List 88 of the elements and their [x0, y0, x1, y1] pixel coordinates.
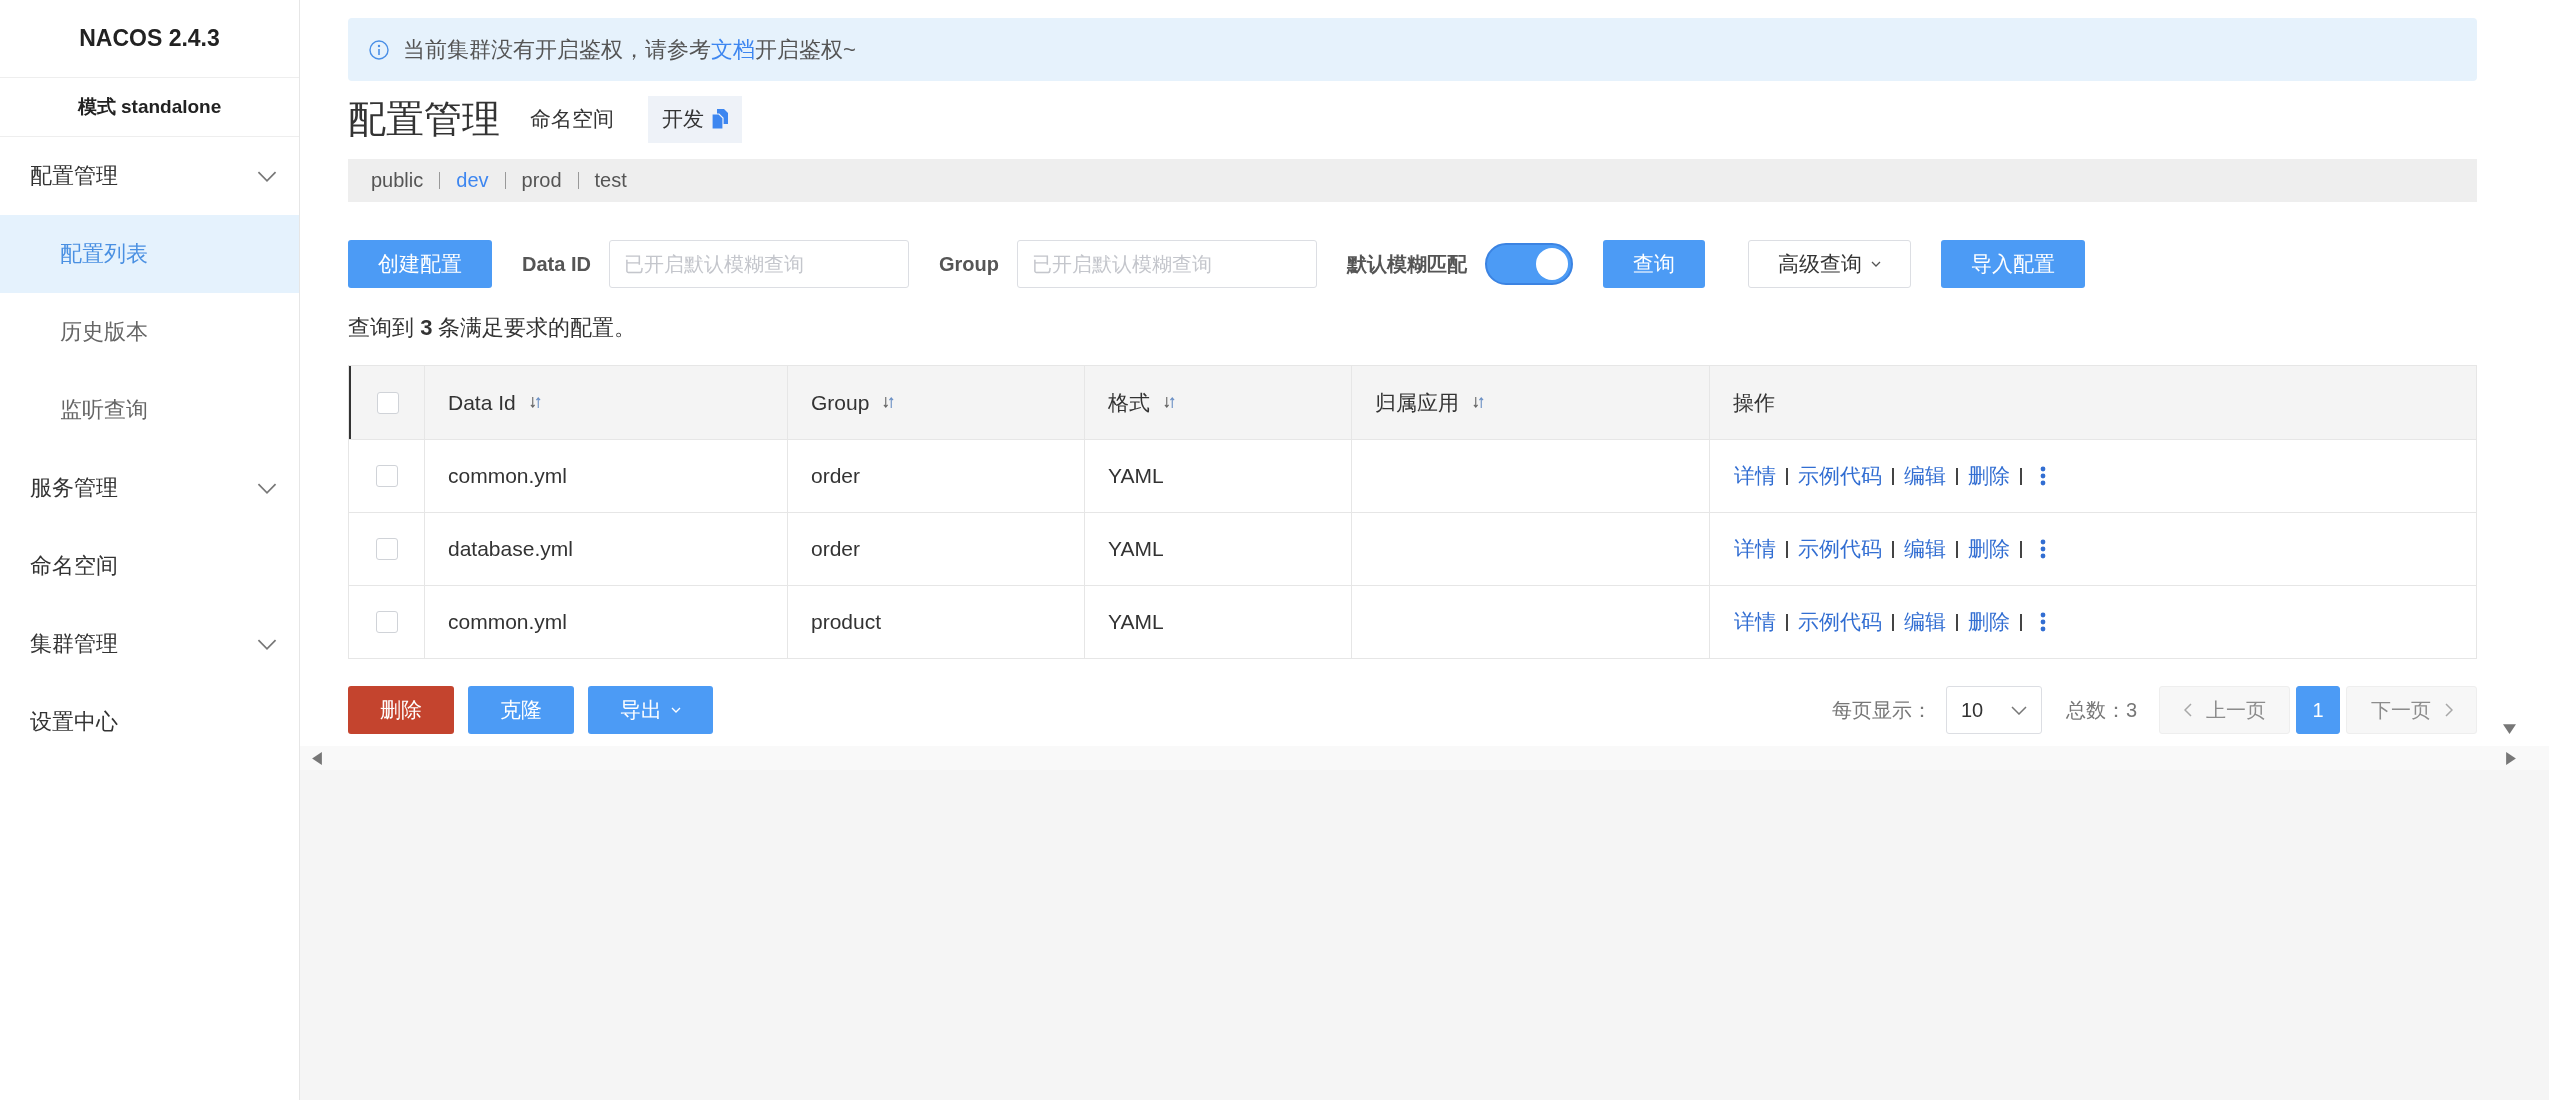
row-checkbox[interactable] [375, 611, 398, 633]
chevron-down-icon [257, 482, 277, 494]
action-link[interactable]: 编辑 [1904, 462, 1946, 490]
table-cell: YAML [1085, 440, 1352, 512]
submenu-item[interactable]: 配置列表 [0, 215, 299, 293]
toolbar-button[interactable]: 高级查询 [1747, 240, 1911, 288]
horizontal-scrollbar[interactable] [300, 746, 2549, 770]
bulk-action-button[interactable]: 删除 [348, 686, 454, 734]
column-header: 操作 [1733, 389, 1775, 416]
table-cell: YAML [1085, 586, 1352, 658]
table-cell: database.yml [425, 513, 788, 585]
sort-icon[interactable] [883, 396, 895, 409]
row-checkbox[interactable] [375, 465, 398, 487]
column-header[interactable]: Data Id [448, 390, 541, 415]
row-checkbox[interactable] [375, 538, 398, 560]
notice-text: 当前集群没有开启鉴权，请参考文档开启鉴权~ [403, 35, 856, 64]
search-field[interactable]: 已开启默认模糊查询 [608, 240, 909, 288]
result-summary: 查询到 3 条满足要求的配置。 [348, 314, 638, 342]
chevron-left-icon [2183, 703, 2192, 717]
column-header[interactable]: Group [811, 390, 895, 415]
table-cell: YAML [1085, 513, 1352, 585]
action-link[interactable]: 示例代码 [1798, 608, 1882, 636]
submenu-item[interactable]: 监听查询 [0, 371, 299, 449]
create-config-button[interactable]: 创建配置 [348, 240, 492, 288]
menu-item[interactable]: 服务管理 [0, 449, 299, 527]
docs-link[interactable]: 文档 [711, 36, 755, 62]
action-link[interactable]: 删除 [1968, 535, 2010, 563]
more-icon[interactable] [2040, 466, 2046, 486]
more-icon[interactable] [2040, 539, 2046, 559]
action-link[interactable]: 编辑 [1904, 608, 1946, 636]
namespace-label: 命名空间 [530, 106, 614, 132]
namespace-tab[interactable]: test [594, 169, 627, 192]
field-label: Data ID [522, 252, 591, 276]
action-link[interactable]: 编辑 [1904, 535, 1946, 563]
select-all-checkbox[interactable] [376, 391, 399, 414]
info-icon [369, 39, 389, 60]
action-link[interactable]: 详情 [1734, 608, 1776, 636]
total-count: 总数：3 [2065, 697, 2137, 723]
bulk-action-button[interactable]: 克隆 [468, 686, 574, 734]
chevron-down-icon [2010, 705, 2027, 715]
namespace-tab[interactable]: dev [456, 169, 489, 192]
scroll-right-icon[interactable] [2506, 751, 2516, 765]
table-cell: product [788, 586, 1085, 658]
toolbar-button[interactable]: 查询 [1602, 240, 1705, 288]
sort-icon[interactable] [1164, 396, 1175, 409]
fuzzy-match-toggle[interactable] [1484, 243, 1573, 285]
table-cell: common.yml [425, 440, 788, 512]
bulk-action-button[interactable]: 导出 [588, 686, 713, 734]
table-cell: order [788, 513, 1085, 585]
scroll-left-icon[interactable] [312, 751, 322, 765]
column-header[interactable]: 格式 [1108, 388, 1175, 417]
action-link[interactable]: 详情 [1734, 462, 1776, 490]
field-label: Group [938, 252, 999, 276]
action-link[interactable]: 删除 [1968, 608, 2010, 636]
action-link[interactable]: 示例代码 [1798, 462, 1882, 490]
namespace-name: 开发 [662, 106, 704, 132]
chevron-down-icon [257, 170, 277, 182]
page-size-label: 每页显示： [1831, 697, 1932, 723]
sort-icon[interactable] [1473, 396, 1484, 409]
action-link[interactable]: 详情 [1734, 535, 1776, 563]
menu-item[interactable]: 设置中心 [0, 683, 299, 761]
sort-icon[interactable] [529, 396, 541, 409]
more-icon[interactable] [2040, 612, 2046, 632]
menu-item[interactable]: 命名空间 [0, 527, 299, 605]
mode-label: 模式 standalone [0, 78, 299, 137]
column-header[interactable]: 归属应用 [1375, 388, 1484, 417]
table-cell: common.yml [425, 586, 788, 658]
app-title: NACOS 2.4.3 [0, 0, 299, 78]
action-link[interactable]: 示例代码 [1798, 535, 1882, 563]
page-size-select[interactable]: 10 [1945, 686, 2042, 734]
scroll-down-icon[interactable] [2503, 724, 2516, 734]
search-field[interactable]: 已开启默认模糊查询 [1016, 240, 1317, 288]
caret-icon [671, 707, 681, 713]
toggle-label: 默认模糊匹配 [1346, 251, 1467, 277]
copy-icon[interactable] [712, 109, 728, 129]
menu-item[interactable]: 集群管理 [0, 605, 299, 683]
table-cell: order [788, 440, 1085, 512]
chevron-right-icon [2444, 703, 2453, 717]
menu-item[interactable]: 配置管理 [0, 137, 299, 215]
namespace-tab[interactable]: prod [521, 169, 562, 192]
namespace-tab[interactable]: public [371, 169, 424, 192]
submenu-item[interactable]: 历史版本 [0, 293, 299, 371]
page-title: 配置管理 [348, 96, 500, 142]
page-button[interactable]: 1 [2296, 686, 2340, 734]
action-link[interactable]: 删除 [1968, 462, 2010, 490]
caret-icon [1870, 261, 1881, 267]
toolbar-button[interactable]: 导入配置 [1940, 240, 2085, 288]
chevron-down-icon [257, 638, 277, 650]
